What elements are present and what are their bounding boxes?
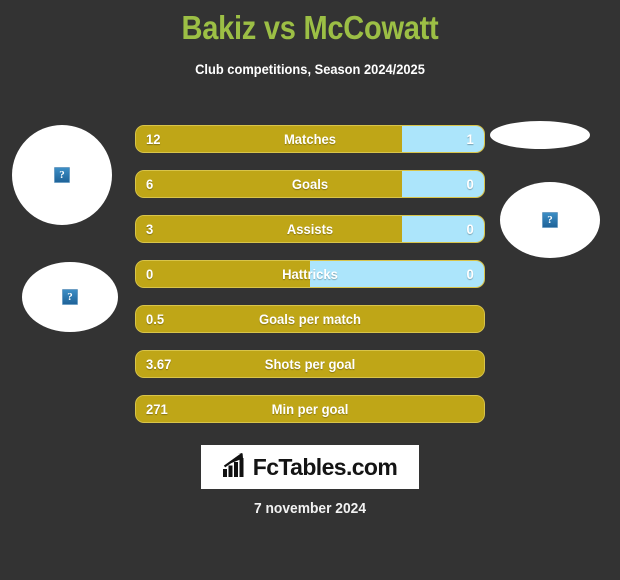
player-photo-left-large: ? [12, 125, 112, 225]
report-date: 7 november 2024 [253, 500, 367, 517]
stat-bar-row: 0 Hattricks 0 [135, 260, 485, 288]
stat-bar-home-fill [136, 126, 403, 152]
stat-bar-away-fill [402, 171, 484, 197]
stat-bar-row: 271 Min per goal [135, 395, 485, 423]
stat-comparison-list: 12 Matches 1 6 Goals 0 3 Assists 0 0 Hattricks 0 0.5… [135, 125, 485, 440]
page-title: Bakiz vs McCowatt [181, 9, 439, 46]
fctables-logo-text: FcTables.com [252, 453, 398, 480]
stat-bar-row: 3 Assists 0 [135, 215, 485, 243]
page-subtitle: Club competitions, Season 2024/2025 [195, 61, 425, 77]
broken-image-icon: ? [542, 212, 558, 228]
player-photo-right-top [490, 121, 590, 149]
fctables-logo[interactable]: FcTables.com [201, 445, 419, 489]
player-photo-left-small: ? [22, 262, 118, 332]
bar-chart-growth-icon [222, 452, 249, 482]
stat-bar-row: 3.67 Shots per goal [135, 350, 485, 378]
broken-image-icon: ? [54, 167, 70, 183]
stat-bar-home-fill [136, 171, 403, 197]
stat-bar-away-fill [310, 261, 484, 287]
stat-bar-home-fill [136, 396, 484, 422]
page-header: Bakiz vs McCowatt Club competitions, Sea… [0, 0, 620, 77]
stat-bar-row: 12 Matches 1 [135, 125, 485, 153]
stat-bar-home-fill [136, 216, 403, 242]
stat-bar-away-fill [402, 126, 484, 152]
stat-bar-row: 0.5 Goals per match [135, 305, 485, 333]
stat-bar-home-fill [136, 306, 484, 332]
stat-bar-home-fill [136, 351, 484, 377]
player-photo-right-large: ? [500, 182, 600, 258]
stat-bar-home-fill [136, 261, 310, 287]
broken-image-icon: ? [62, 289, 78, 305]
stat-bar-away-fill [402, 216, 484, 242]
stat-bar-row: 6 Goals 0 [135, 170, 485, 198]
